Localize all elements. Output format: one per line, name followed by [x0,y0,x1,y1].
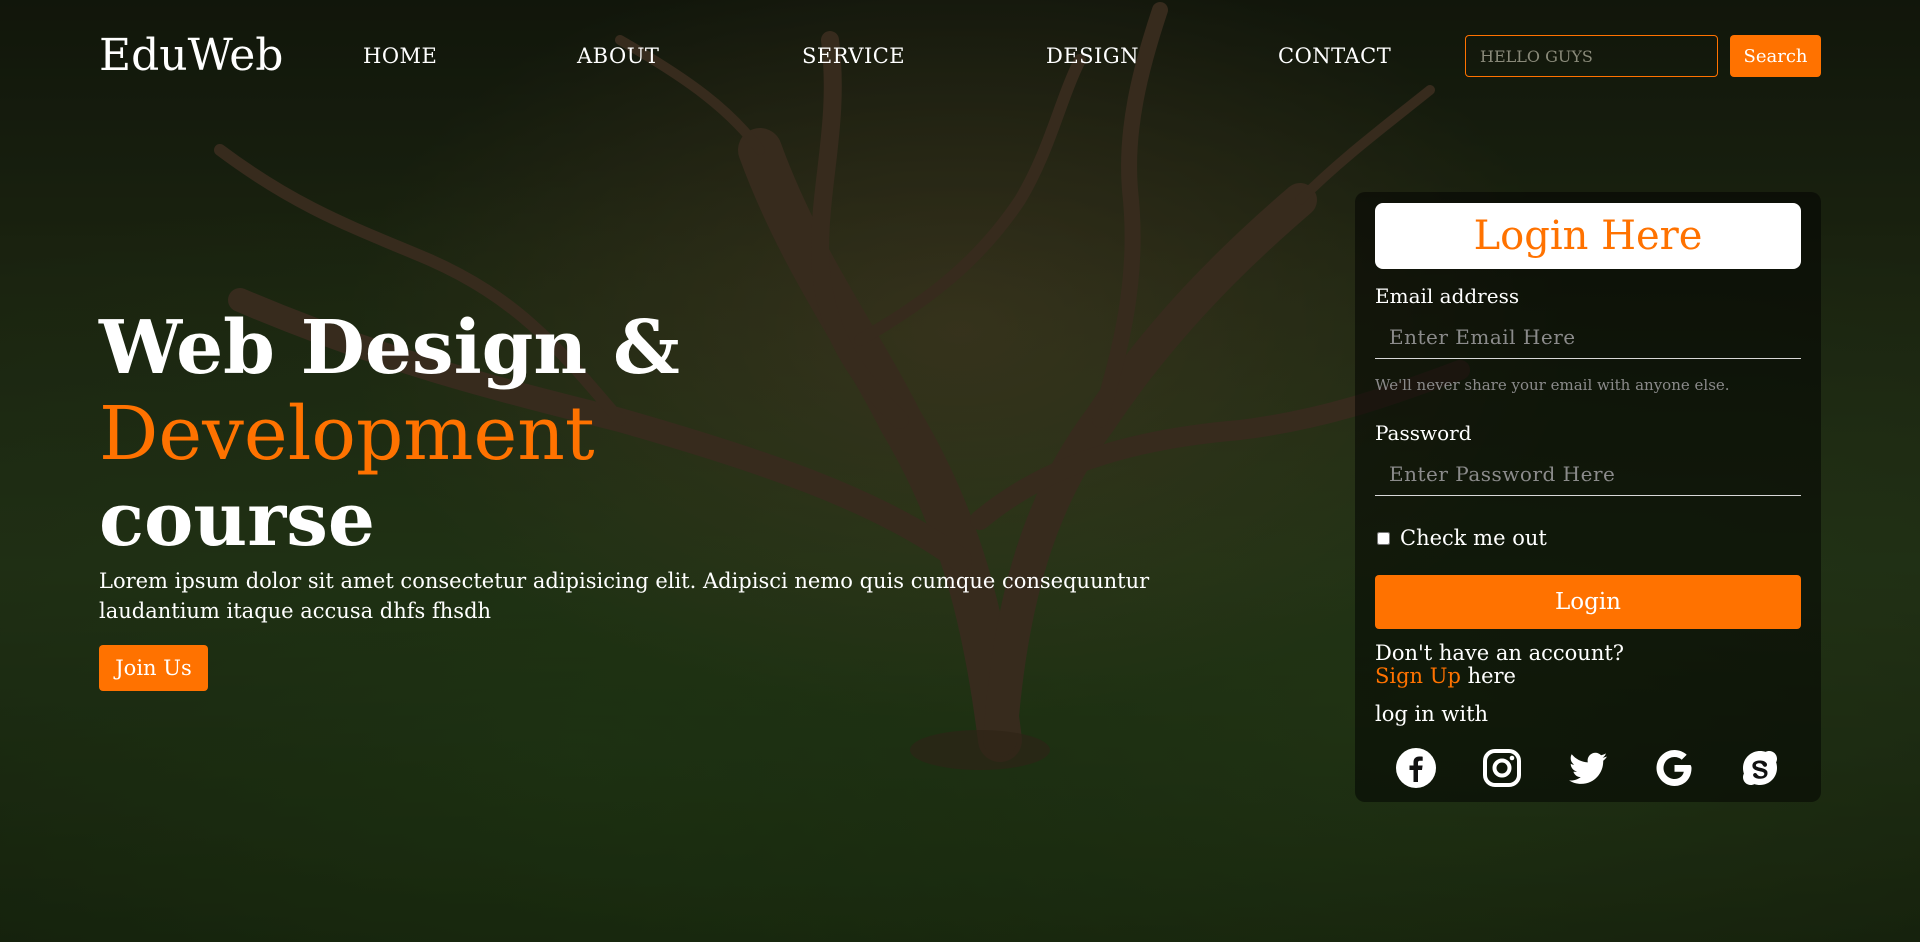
hero-title: Web Design & Development course [99,305,680,563]
check-me-out-checkbox[interactable] [1377,532,1390,545]
login-title: Login Here [1375,203,1801,269]
email-field[interactable] [1375,315,1801,359]
instagram-icon[interactable] [1481,747,1523,789]
hero-title-line-1: Web Design & [99,305,680,391]
email-help-text: We'll never share your email with anyone… [1375,376,1730,394]
no-account-text: Don't have an account? [1375,641,1625,665]
skype-icon[interactable] [1739,747,1781,789]
login-with-text: log in with [1375,702,1489,726]
google-icon[interactable] [1653,747,1695,789]
facebook-icon[interactable] [1395,747,1437,789]
nav-link-contact[interactable]: CONTACT [1278,44,1391,68]
hero-title-line-3: course [99,477,375,563]
search-button[interactable]: Search [1730,35,1821,77]
hero-title-line-2: Development [99,391,595,477]
login-form-card: Login Here Email address We'll never sha… [1355,192,1821,802]
hero-description: Lorem ipsum dolor sit amet consectetur a… [99,569,1150,623]
check-me-out-label[interactable]: Check me out [1400,526,1547,550]
login-button[interactable]: Login [1375,575,1801,629]
signup-link[interactable]: Sign Up [1375,664,1461,688]
page: EduWeb HOME ABOUT SERVICE DESIGN CONTACT… [0,0,1920,942]
password-field[interactable] [1375,452,1801,496]
nav-link-home[interactable]: HOME [363,44,437,68]
site-logo[interactable]: EduWeb [99,30,283,81]
signup-suffix-text: here [1460,664,1516,688]
password-label: Password [1375,421,1472,445]
navbar: EduWeb HOME ABOUT SERVICE DESIGN CONTACT… [0,0,1920,115]
nav-link-about[interactable]: ABOUT [577,44,659,68]
join-us-button[interactable]: Join Us [99,645,208,691]
search-input[interactable] [1465,35,1718,77]
email-label: Email address [1375,284,1520,308]
twitter-icon[interactable] [1567,747,1609,789]
nav-link-design[interactable]: DESIGN [1046,44,1139,68]
signup-prompt: Don't have an account? Sign Up here [1375,642,1624,688]
nav-link-service[interactable]: SERVICE [802,44,905,68]
